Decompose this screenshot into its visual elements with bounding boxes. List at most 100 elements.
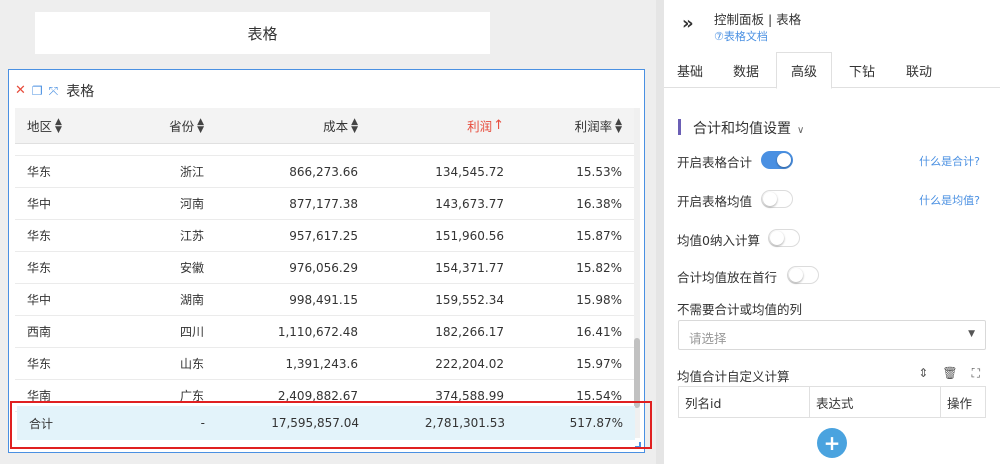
column-header-region[interactable]: 地区 ▲ ▼ (27, 108, 62, 143)
table-row[interactable]: 华中 湖南 998,491.15 159,552.34 15.98% (15, 284, 634, 316)
column-header-label: 地区 (27, 119, 53, 134)
copy-icon[interactable]: ❐ (32, 84, 43, 98)
table-cell: 山东 (179, 357, 204, 371)
panel-header: » 控制面板 | 表格 ⑦表格文档 (664, 0, 1000, 48)
total-cell: - (200, 416, 205, 430)
table-cell: 16.41% (576, 324, 622, 339)
column-header-cost[interactable]: 成本 ▲ ▼ (323, 108, 358, 143)
table-cell: 976,056.29 (289, 260, 358, 275)
custom-calc-tools: ⇕ 🗑 ⛶ (918, 366, 980, 381)
table-cell: 866,273.66 (289, 164, 358, 179)
table-cell: 15.53% (576, 164, 622, 179)
col-header-column-id: 列名id (679, 387, 810, 417)
column-header-label: 利润率 (574, 119, 613, 134)
control-panel: » 控制面板 | 表格 ⑦表格文档 基础 数据 高级 下钻 联动 合计和均值设置… (664, 0, 1000, 464)
table-widget[interactable]: ✕ ❐ ⤧ 表格 地区 ▲ ▼ 省份 ▲ ▼ 成本 ▲ ▼ 利润 ↑ 利润率 ▲… (8, 69, 645, 453)
table-cell: 华东 (27, 229, 52, 243)
table-cell: 159,552.34 (435, 292, 504, 307)
column-header-profit-rate[interactable]: 利润率 ▲ ▼ (575, 108, 622, 143)
data-table: 地区 ▲ ▼ 省份 ▲ ▼ 成本 ▲ ▼ 利润 ↑ 利润率 ▲ ▼ 华东 浙江 … (15, 108, 634, 412)
close-icon[interactable]: ✕ (15, 84, 26, 98)
custom-calc-label: 均值合计自定义计算 (677, 369, 790, 384)
table-cell: 江苏 (179, 229, 204, 243)
table-row[interactable]: 华东 安徽 976,056.29 154,371.77 15.82% (15, 252, 634, 284)
sort-icon[interactable]: ⇕ (918, 366, 928, 381)
column-header-province[interactable]: 省份 ▲ ▼ (169, 108, 204, 143)
what-is-avg-link[interactable]: 什么是均值? (919, 192, 980, 208)
table-cell: 四川 (179, 325, 204, 339)
table-row[interactable]: 西南 四川 1,110,672.48 182,266.17 16.41% (15, 316, 634, 348)
column-header-label: 利润 (467, 119, 493, 134)
table-cell: 134,545.72 (435, 164, 504, 179)
section-accent-bar (678, 119, 681, 135)
collapse-panel-icon[interactable]: » (682, 13, 693, 34)
table-cell: 浙江 (179, 165, 204, 179)
widget-toolbar: ✕ ❐ ⤧ 表格 (15, 81, 94, 101)
fullscreen-icon[interactable]: ⛶ (972, 366, 980, 381)
scrollbar[interactable] (634, 108, 640, 438)
table-cell: 877,177.38 (289, 196, 358, 211)
table-cell: 华东 (27, 165, 52, 179)
tab-drilldown[interactable]: 下钻 (832, 52, 892, 88)
total-row: 合计 - 17,595,857.04 2,781,301.53 517.87% (17, 406, 635, 440)
avg-zero-toggle[interactable] (768, 229, 800, 247)
table-cell: 151,960.56 (435, 228, 504, 243)
trash-icon[interactable]: 🗑 (942, 366, 957, 381)
enable-total-label: 开启表格合计 (677, 155, 753, 170)
tab-linkage[interactable]: 联动 (892, 52, 946, 88)
title-card[interactable]: 表格 (35, 12, 490, 54)
column-header-label: 成本 (323, 119, 349, 134)
total-cell: 17,595,857.04 (271, 416, 359, 430)
tab-data[interactable]: 数据 (716, 52, 776, 88)
expand-icon[interactable]: ⤧ (49, 84, 59, 98)
section-header[interactable]: 合计和均值设置 ∨ (693, 118, 804, 138)
column-header-label: 省份 (169, 119, 195, 134)
column-header-profit[interactable]: 利润 ↑ (467, 108, 504, 143)
tab-basic[interactable]: 基础 (664, 52, 716, 88)
table-doc-link[interactable]: ⑦表格文档 (714, 28, 768, 44)
table-row[interactable]: 华东 江苏 957,617.25 151,960.56 15.87% (15, 220, 634, 252)
table-cell: 华东 (27, 261, 52, 275)
panel-tabs: 基础 数据 高级 下钻 联动 (664, 52, 1000, 89)
title-card-text: 表格 (247, 24, 278, 43)
table-cell: 华中 (27, 293, 52, 307)
enable-total-toggle[interactable] (761, 151, 793, 169)
what-is-total-link[interactable]: 什么是合计? (919, 153, 980, 169)
sort-ascending-icon[interactable]: ↑ (493, 118, 504, 133)
col-header-action: 操作 (947, 395, 973, 411)
table-cell: 143,673.77 (435, 196, 504, 211)
sort-icon[interactable]: ▲ ▼ (55, 117, 62, 134)
panel-divider[interactable] (656, 0, 664, 464)
add-custom-calc-button[interactable]: + (817, 428, 847, 458)
enable-avg-toggle[interactable] (761, 190, 793, 208)
table-cell: 15.82% (576, 260, 622, 275)
table-cell: 182,266.17 (435, 324, 504, 339)
toggle-knob (770, 231, 784, 245)
chevron-down-icon: ∨ (797, 125, 805, 136)
exclude-columns-select[interactable]: 请选择 ▼ (678, 320, 986, 350)
custom-calc-table: 列名id 表达式 操作 (678, 386, 986, 418)
sort-icon[interactable]: ▲ ▼ (351, 117, 358, 134)
sort-icon[interactable]: ▲ ▼ (615, 117, 622, 134)
partial-row (15, 144, 634, 156)
table-cell: 安徽 (179, 261, 204, 275)
scrollbar-thumb[interactable] (634, 338, 640, 408)
table-cell: 154,371.77 (435, 260, 504, 275)
table-row[interactable]: 华东 山东 1,391,243.6 222,204.02 15.97% (15, 348, 634, 380)
total-first-label: 合计均值放在首行 (677, 270, 778, 285)
table-row[interactable]: 华中 河南 877,177.38 143,673.77 16.38% (15, 188, 634, 220)
tab-advanced[interactable]: 高级 (776, 52, 832, 89)
table-cell: 15.98% (576, 292, 622, 307)
avg-zero-label: 均值0纳入计算 (677, 233, 760, 248)
col-header-expression: 表达式 (810, 387, 941, 417)
enable-avg-label: 开启表格均值 (677, 194, 753, 209)
section-title: 合计和均值设置 (693, 121, 791, 137)
sort-icon[interactable]: ▲ ▼ (197, 117, 204, 134)
table-header-row: 地区 ▲ ▼ 省份 ▲ ▼ 成本 ▲ ▼ 利润 ↑ 利润率 ▲ ▼ (15, 108, 634, 144)
table-cell: 16.38% (576, 196, 622, 211)
exclude-columns-label: 不需要合计或均值的列 (677, 302, 803, 317)
total-cell: 2,781,301.53 (424, 416, 505, 430)
table-cell: 15.97% (576, 356, 622, 371)
total-first-toggle[interactable] (787, 266, 819, 284)
table-row[interactable]: 华东 浙江 866,273.66 134,545.72 15.53% (15, 156, 634, 188)
